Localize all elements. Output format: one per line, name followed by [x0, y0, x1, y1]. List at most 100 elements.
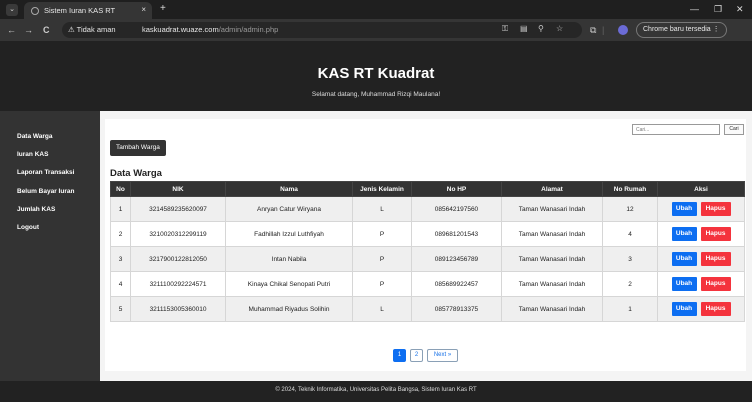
chrome-update-button[interactable]: Chrome baru tersedia ⋮ — [636, 22, 727, 38]
page-title: KAS RT Kuadrat — [317, 65, 435, 82]
cell-aksi: Ubah Hapus — [657, 271, 745, 297]
cell-no-rumah: 12 — [602, 196, 658, 222]
cell-aksi: Ubah Hapus — [657, 246, 745, 272]
edit-button[interactable]: Ubah — [671, 302, 697, 316]
sidebar-item-iuran-kas[interactable]: Iuran KAS — [17, 151, 48, 158]
url-path: /admin/admin.php — [218, 25, 279, 34]
tab-search-icon[interactable]: ⌄ — [6, 4, 18, 16]
table-row: 1 3214589235620097 Anryan Catur Wiryana … — [110, 196, 745, 222]
page-2-button[interactable]: 2 — [410, 349, 423, 362]
sidebar-item-data-warga[interactable]: Data Warga — [17, 133, 53, 140]
back-icon[interactable]: ← — [7, 24, 16, 36]
sidebar-item-belum-bayar[interactable]: Belum Bayar Iuran — [17, 188, 74, 195]
reload-icon[interactable]: C — [43, 24, 50, 36]
cell-no-hp: 085778913375 — [411, 296, 502, 322]
cell-no: 2 — [110, 221, 131, 247]
add-warga-button[interactable]: Tambah Warga — [110, 140, 166, 156]
sidebar-item-laporan-transaksi[interactable]: Laporan Transaksi — [17, 169, 74, 176]
cell-no-hp: 085642197560 — [411, 196, 502, 222]
sidebar-item-jumlah-kas[interactable]: Jumlah KAS — [17, 206, 55, 213]
window-close-icon[interactable]: ✕ — [736, 3, 744, 15]
cell-jenis-kelamin: P — [352, 246, 412, 272]
delete-button[interactable]: Hapus — [700, 302, 731, 316]
cell-no: 4 — [110, 271, 131, 297]
new-tab-icon[interactable]: + — [160, 3, 166, 15]
browser-tab[interactable]: Sistem Iuran KAS RT × — [24, 2, 152, 19]
table-header-row: No NIK Nama Jenis Kelamin No HP Alamat N… — [110, 181, 745, 197]
edit-button[interactable]: Ubah — [671, 252, 697, 266]
page-header: KAS RT Kuadrat Selamat datang, Muhammad … — [0, 41, 752, 111]
delete-button[interactable]: Hapus — [700, 227, 731, 241]
page-footer: © 2024, Teknik Informatika, Universitas … — [0, 381, 752, 402]
toolbar-divider: | — [602, 25, 605, 35]
delete-button[interactable]: Hapus — [700, 202, 731, 216]
column-header: Jenis Kelamin — [352, 181, 412, 197]
delete-button[interactable]: Hapus — [700, 277, 731, 291]
next-page-button[interactable]: Next » — [427, 349, 458, 362]
security-warning[interactable]: ⚠ Tidak aman — [68, 25, 116, 34]
password-key-icon[interactable]: ⚿ — [502, 24, 508, 34]
sidebar: Data Warga Iuran KAS Laporan Transaksi B… — [0, 111, 100, 381]
cell-aksi: Ubah Hapus — [657, 221, 745, 247]
address-bar[interactable]: ⚠ Tidak aman kaskuadrat.wuaze.com/admin/… — [62, 22, 582, 38]
minimize-icon[interactable]: — — [690, 3, 699, 15]
cell-no-hp: 085689922457 — [411, 271, 502, 297]
sidebar-item-logout[interactable]: Logout — [17, 224, 39, 231]
translate-icon[interactable]: ▤ — [520, 24, 528, 33]
forward-icon[interactable]: → — [24, 24, 33, 36]
bookmark-star-icon[interactable]: ☆ — [556, 24, 563, 33]
cell-jenis-kelamin: L — [352, 296, 412, 322]
cell-alamat: Taman Wanasari Indah — [501, 196, 603, 222]
cell-no-rumah: 4 — [602, 221, 658, 247]
edit-button[interactable]: Ubah — [671, 277, 697, 291]
profile-avatar[interactable] — [618, 25, 628, 35]
search-input[interactable] — [632, 124, 720, 135]
cell-nik: 3211153005360010 — [130, 296, 226, 322]
cell-alamat: Taman Wanasari Indah — [501, 246, 603, 272]
table-row: 2 3210020312299119 Fadhillah Izzul Luthf… — [110, 221, 745, 247]
column-header: Nama — [225, 181, 353, 197]
cell-jenis-kelamin: L — [352, 196, 412, 222]
cell-nama: Fadhillah Izzul Luthfiyah — [225, 221, 353, 247]
search-button[interactable]: Cari — [724, 124, 744, 135]
cell-nik: 3217900122812050 — [130, 246, 226, 272]
cell-alamat: Taman Wanasari Indah — [501, 271, 603, 297]
content-card: Tambah Warga Cari Data Warga No NIK Nama… — [105, 119, 746, 371]
tab-close-icon[interactable]: × — [141, 5, 146, 14]
cell-no-rumah: 2 — [602, 271, 658, 297]
column-header: No — [110, 181, 131, 197]
table-row: 3 3217900122812050 Intan Nabila P 089123… — [110, 246, 745, 272]
edit-button[interactable]: Ubah — [671, 202, 697, 216]
url-text[interactable]: kaskuadrat.wuaze.com/admin/admin.php — [142, 25, 278, 34]
browser-toolbar: ← → C ⚠ Tidak aman kaskuadrat.wuaze.com/… — [0, 19, 752, 41]
column-header: No HP — [411, 181, 502, 197]
cell-no-rumah: 1 — [602, 296, 658, 322]
edit-button[interactable]: Ubah — [671, 227, 697, 241]
column-header: Aksi — [657, 181, 745, 197]
cell-no-rumah: 3 — [602, 246, 658, 272]
cell-alamat: Taman Wanasari Indah — [501, 221, 603, 247]
page-1-button[interactable]: 1 — [393, 349, 406, 362]
delete-button[interactable]: Hapus — [700, 252, 731, 266]
table-row: 5 3211153005360010 Muhammad Riyadus Soli… — [110, 296, 745, 322]
cell-jenis-kelamin: P — [352, 221, 412, 247]
cell-nama: Muhammad Riyadus Solihin — [225, 296, 353, 322]
extensions-icon[interactable]: ⧉ — [590, 24, 596, 36]
column-header: Alamat — [501, 181, 603, 197]
cell-no-hp: 089681201543 — [411, 221, 502, 247]
browser-tabstrip: ⌄ Sistem Iuran KAS RT × + — ❐ ✕ — [0, 0, 752, 19]
globe-icon — [31, 7, 39, 15]
cell-no: 3 — [110, 246, 131, 272]
cell-nama: Intan Nabila — [225, 246, 353, 272]
url-host: kaskuadrat.wuaze.com — [142, 25, 219, 34]
tab-title: Sistem Iuran KAS RT — [44, 6, 116, 15]
cell-aksi: Ubah Hapus — [657, 196, 745, 222]
cell-aksi: Ubah Hapus — [657, 296, 745, 322]
cell-jenis-kelamin: P — [352, 271, 412, 297]
footer-text: © 2024, Teknik Informatika, Universitas … — [275, 387, 477, 393]
warga-table: No NIK Nama Jenis Kelamin No HP Alamat N… — [110, 181, 745, 322]
cell-nama: Anryan Catur Wiryana — [225, 196, 353, 222]
zoom-icon[interactable]: ⚲ — [538, 24, 544, 33]
section-title: Data Warga — [110, 168, 162, 179]
restore-icon[interactable]: ❐ — [714, 3, 722, 15]
